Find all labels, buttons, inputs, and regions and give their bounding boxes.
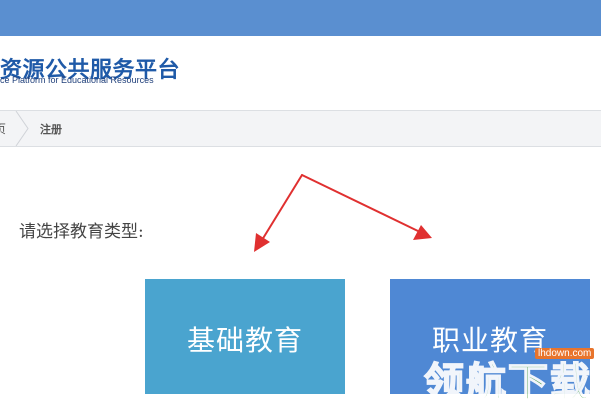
breadcrumb-separator-icon bbox=[15, 111, 29, 146]
breadcrumb-home-link[interactable]: 页 bbox=[0, 120, 6, 137]
breadcrumb: 页 注册 bbox=[0, 110, 601, 147]
arrow-right-head-icon bbox=[413, 225, 432, 240]
top-bar bbox=[0, 0, 601, 36]
page: 资源公共服务平台 ce Platform for Educational Res… bbox=[0, 0, 601, 402]
breadcrumb-current: 注册 bbox=[40, 123, 62, 136]
education-type-prompt: 请选择教育类型: bbox=[19, 222, 144, 242]
watermark-url: lhdown.com bbox=[535, 348, 595, 359]
site-header: 资源公共服务平台 ce Platform for Educational Res… bbox=[0, 36, 601, 110]
basic-education-button[interactable]: 基础教育 bbox=[145, 279, 345, 394]
arrow-left-head-icon bbox=[254, 233, 270, 252]
site-logo-subtitle: ce Platform for Educational Resources bbox=[0, 75, 154, 85]
basic-education-label: 基础教育 bbox=[186, 324, 303, 357]
